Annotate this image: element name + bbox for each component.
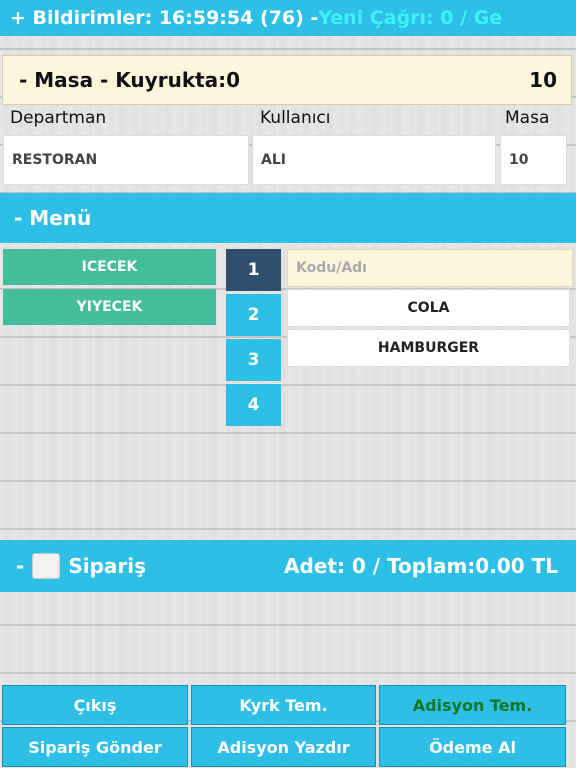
- page-button-4[interactable]: 4: [226, 384, 281, 426]
- product-search-input[interactable]: Kodu/Adı: [287, 249, 573, 287]
- table-field[interactable]: 10: [500, 135, 567, 185]
- order-title: Sipariş: [68, 554, 147, 578]
- department-label: Departman: [10, 108, 107, 128]
- department-field[interactable]: RESTORAN: [3, 135, 249, 185]
- page-button-3[interactable]: 3: [226, 339, 281, 381]
- kitchen-template-button[interactable]: Kyrk Tem.: [191, 685, 376, 725]
- order-checkbox[interactable]: [32, 553, 61, 579]
- product-cola[interactable]: COLA: [287, 289, 570, 327]
- table-label: Masa: [505, 108, 550, 128]
- order-bar[interactable]: - Sipariş Adet: 0 / Toplam:0.00 TL: [0, 540, 576, 592]
- table-number: 10: [529, 68, 557, 92]
- order-summary: Adet: 0 / Toplam:0.00 TL: [284, 554, 558, 578]
- send-order-button[interactable]: Sipariş Gönder: [2, 727, 188, 767]
- print-receipt-button[interactable]: Adisyon Yazdır: [191, 727, 376, 767]
- take-payment-button[interactable]: Ödeme Al: [379, 727, 566, 767]
- notifications-bar[interactable]: + Bildirimler: 16:59:54 (76) - Yeni Çağr…: [0, 0, 576, 36]
- table-queue-label: - Masa - Kuyrukta:0: [19, 68, 241, 92]
- notifications-text: + Bildirimler: 16:59:54 (76) -: [10, 7, 319, 29]
- category-icecek[interactable]: ICECEK: [3, 249, 216, 285]
- exit-button[interactable]: Çıkış: [2, 685, 188, 725]
- receipt-template-button[interactable]: Adisyon Tem.: [379, 685, 566, 725]
- menu-title: - Menü: [14, 206, 92, 230]
- new-calls-text: Yeni Çağrı: 0 / Ge: [318, 7, 503, 29]
- table-header-bar[interactable]: - Masa - Kuyrukta:0 10: [2, 55, 572, 105]
- page-button-1[interactable]: 1: [226, 249, 281, 291]
- user-field[interactable]: ALI: [252, 135, 496, 185]
- order-collapse-toggle[interactable]: -: [16, 554, 24, 578]
- user-label: Kullanıcı: [260, 108, 331, 128]
- category-yiyecek[interactable]: YIYECEK: [3, 289, 216, 325]
- order-title-group: - Sipariş: [16, 553, 146, 579]
- product-hamburger[interactable]: HAMBURGER: [287, 329, 570, 367]
- menu-header[interactable]: - Menü: [0, 193, 576, 243]
- page-button-2[interactable]: 2: [226, 294, 281, 336]
